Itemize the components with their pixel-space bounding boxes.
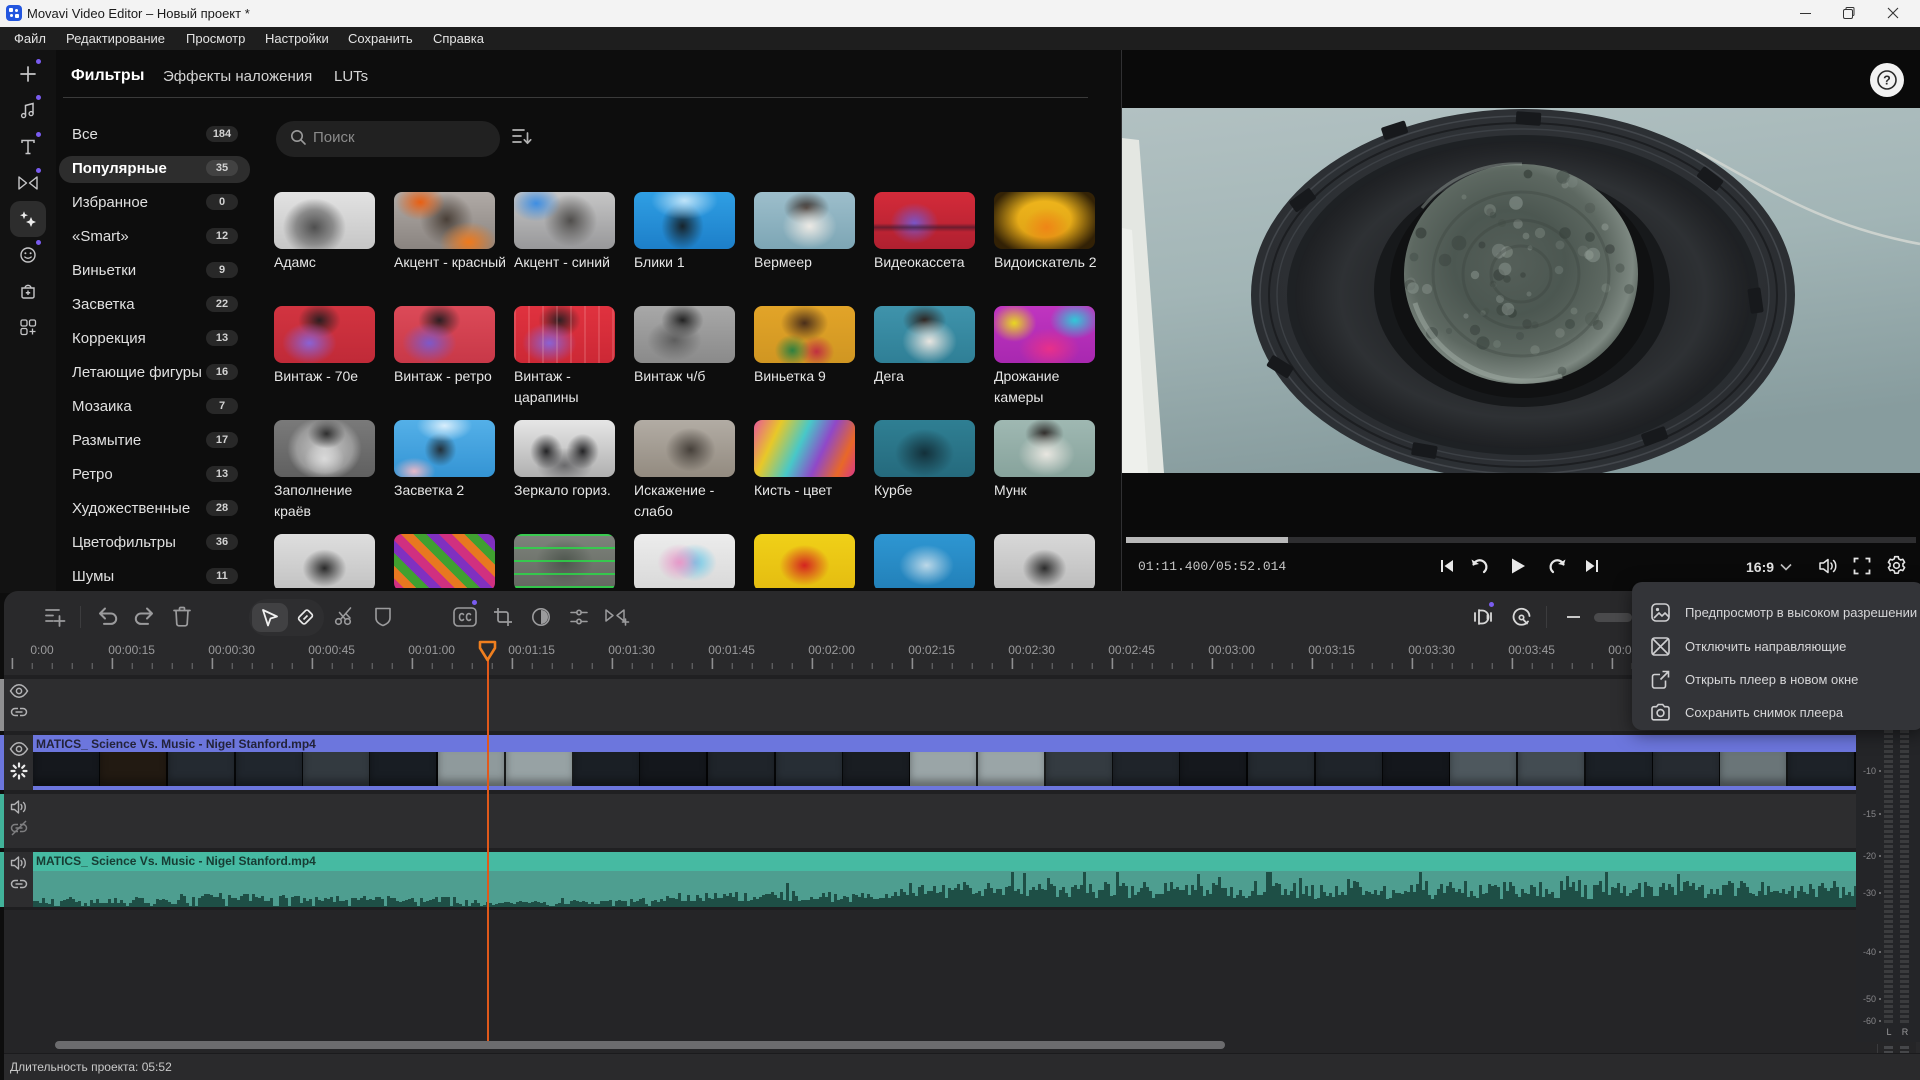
svg-text:?: ? [1883,73,1891,87]
